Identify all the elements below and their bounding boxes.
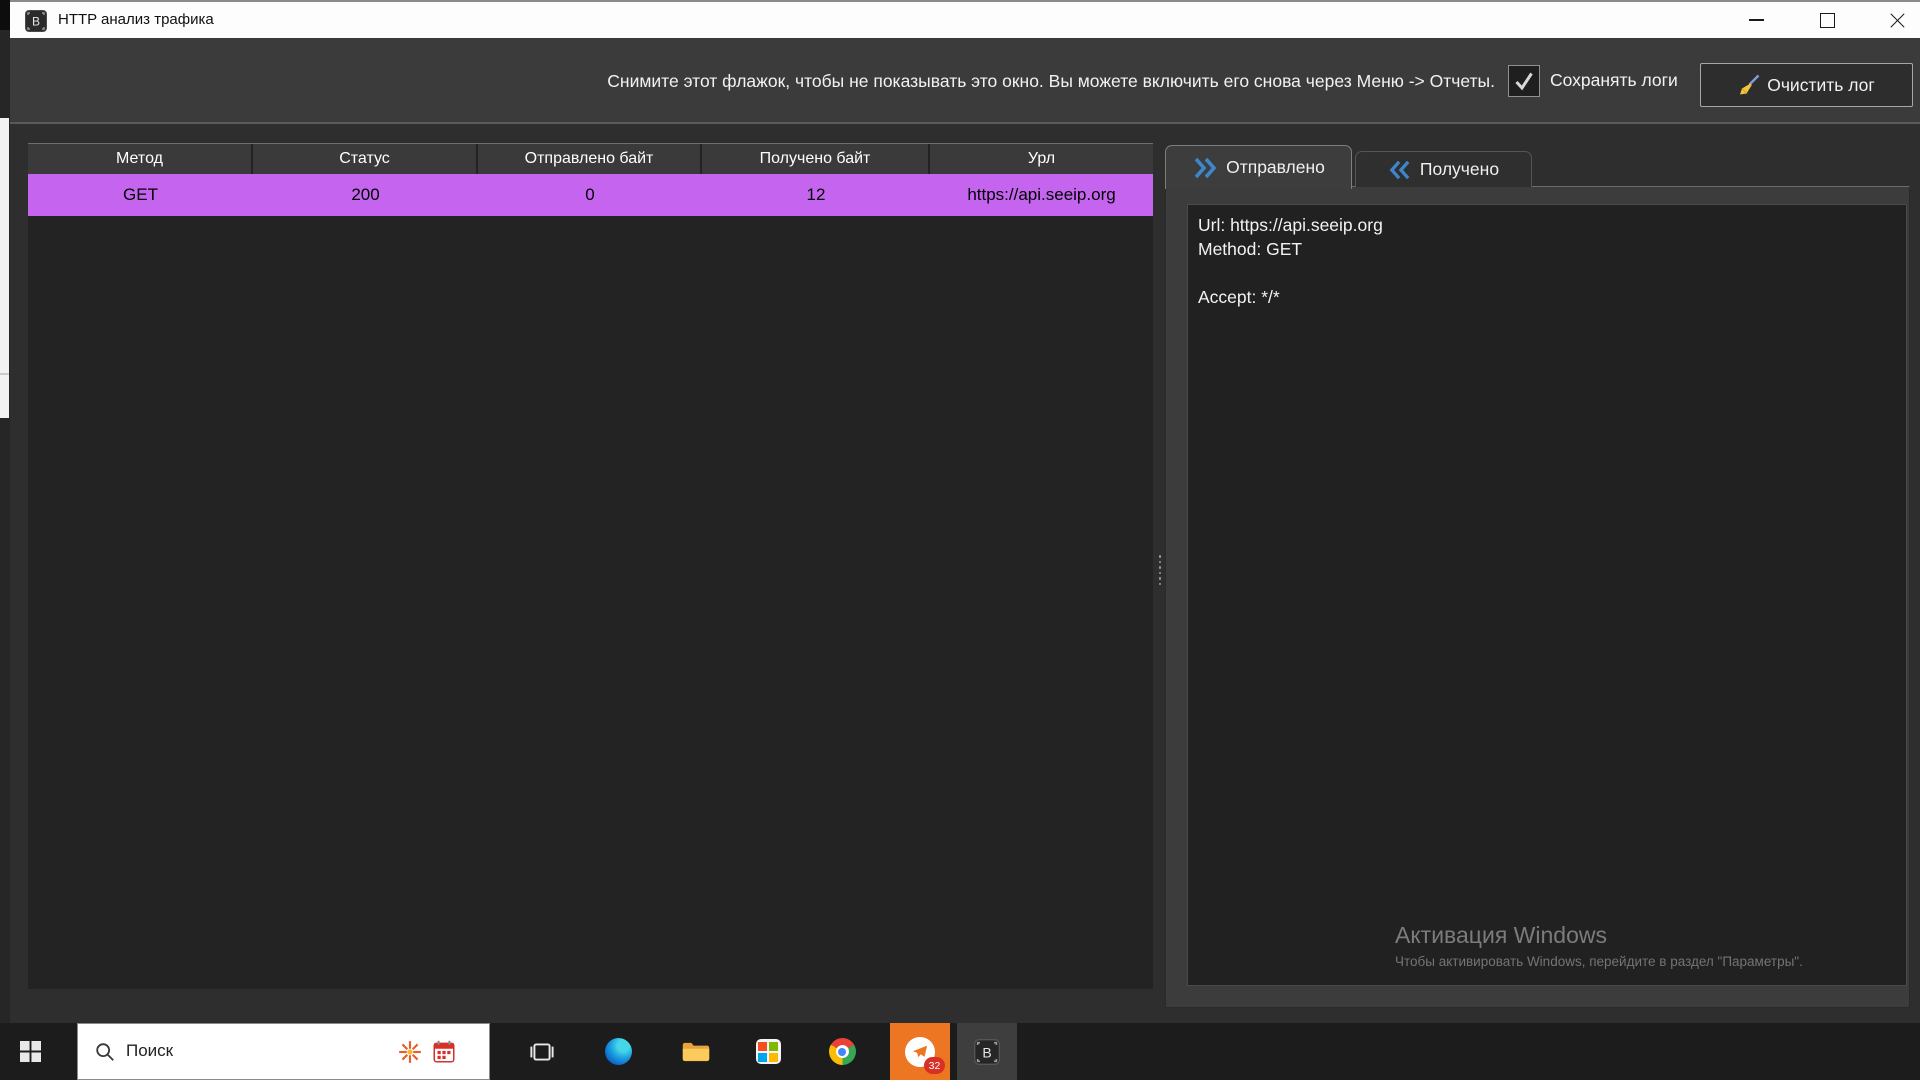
fireworks-icon[interactable] (397, 1039, 423, 1065)
chevrons-right-icon (1194, 157, 1217, 178)
save-logs-checkbox[interactable] (1508, 65, 1540, 97)
table-header-row: Метод Статус Отправлено байт Получено ба… (28, 144, 1153, 174)
toolbar: Снимите этот флажок, чтобы не показывать… (10, 38, 1920, 124)
request-text-area[interactable]: Url: https://api.seeip.org Method: GET A… (1187, 204, 1907, 986)
taskbar-edge-button[interactable] (588, 1023, 648, 1080)
column-header-method[interactable]: Метод (28, 144, 253, 174)
detail-panel: Url: https://api.seeip.org Method: GET A… (1165, 186, 1910, 1008)
clear-log-label: Очистить лог (1767, 74, 1875, 95)
taskbar-chrome-button[interactable] (812, 1023, 872, 1080)
table-row-selected[interactable]: GET 200 0 12 https://api.seeip.org (28, 174, 1153, 216)
microsoft-store-icon (755, 1039, 781, 1064)
svg-text:B: B (982, 1044, 991, 1060)
search-placeholder: Поиск (126, 1041, 174, 1060)
request-line: Accept: */* (1198, 287, 1280, 307)
cell-url: https://api.seeip.org (967, 185, 1116, 204)
chevrons-left-icon (1389, 160, 1410, 179)
tab-sent-label: Отправлено (1226, 157, 1325, 177)
start-button[interactable] (0, 1023, 60, 1080)
file-explorer-icon (682, 1042, 710, 1061)
windows-activation-watermark-subtitle: Чтобы активировать Windows, перейдите в … (1395, 954, 1803, 969)
tab-received[interactable]: Получено (1355, 151, 1532, 187)
cell-status: 200 (351, 185, 380, 204)
search-icon (96, 1043, 114, 1061)
column-header-received-bytes[interactable]: Получено байт (702, 144, 930, 174)
taskbar: Поиск 32 B (0, 1023, 1920, 1080)
background-window-white-sliver (0, 118, 9, 418)
windows-activation-watermark: Активация Windows (1395, 922, 1607, 948)
app-window: B HTTP анализ трафика Снимите этот флажо… (10, 0, 1920, 1023)
telegram-unread-badge: 32 (924, 1057, 945, 1074)
background-window-corner (0, 0, 10, 30)
column-header-status[interactable]: Статус (253, 144, 478, 174)
svg-text:B: B (32, 15, 40, 29)
request-line: Url: https://api.seeip.org (1198, 215, 1383, 235)
taskbar-explorer-button[interactable] (666, 1023, 726, 1080)
titlebar: B HTTP анализ трафика (10, 0, 1920, 38)
panel-splitter-handle[interactable] (1156, 555, 1164, 595)
tab-received-label: Получено (1419, 159, 1500, 179)
cell-sent-bytes: 0 (585, 185, 595, 204)
minimize-icon (1748, 19, 1764, 21)
column-header-sent-bytes[interactable]: Отправлено байт (478, 144, 702, 174)
taskbar-store-button[interactable] (738, 1023, 798, 1080)
task-view-button[interactable] (512, 1023, 572, 1080)
windows-logo-icon (19, 1041, 41, 1062)
column-header-url[interactable]: Урл (930, 144, 1153, 174)
cell-received-bytes: 12 (806, 185, 826, 204)
close-button[interactable] (1874, 2, 1920, 38)
task-view-icon (530, 1042, 554, 1061)
clear-log-button[interactable]: Очистить лог (1700, 63, 1913, 107)
edge-icon (604, 1038, 632, 1065)
hide-window-notice: Снимите этот флажок, чтобы не показывать… (607, 71, 1495, 91)
request-line (1198, 261, 1906, 285)
checkmark-icon (1515, 72, 1533, 91)
app-icon: B (25, 10, 47, 32)
taskbar-app-button[interactable]: B (957, 1023, 1017, 1080)
tab-sent[interactable]: Отправлено (1165, 145, 1352, 189)
requests-table: Метод Статус Отправлено байт Получено ба… (28, 143, 1153, 989)
chrome-icon (828, 1038, 856, 1065)
app-icon: B (974, 1038, 1000, 1065)
window-title: HTTP анализ трафика (58, 11, 214, 28)
cell-method: GET (123, 185, 158, 204)
save-logs-label: Сохранять логи (1550, 70, 1678, 90)
screen: B HTTP анализ трафика Снимите этот флажо… (0, 0, 1920, 1080)
calendar-icon[interactable] (431, 1039, 457, 1065)
maximize-icon (1819, 12, 1835, 28)
broom-icon (1740, 74, 1760, 95)
background-window-divider (0, 373, 9, 375)
minimize-button[interactable] (1733, 2, 1779, 38)
taskbar-search-box[interactable]: Поиск (77, 1023, 490, 1080)
request-line: Method: GET (1198, 239, 1303, 259)
maximize-button[interactable] (1804, 2, 1850, 38)
taskbar-telegram-button[interactable]: 32 (890, 1023, 950, 1080)
